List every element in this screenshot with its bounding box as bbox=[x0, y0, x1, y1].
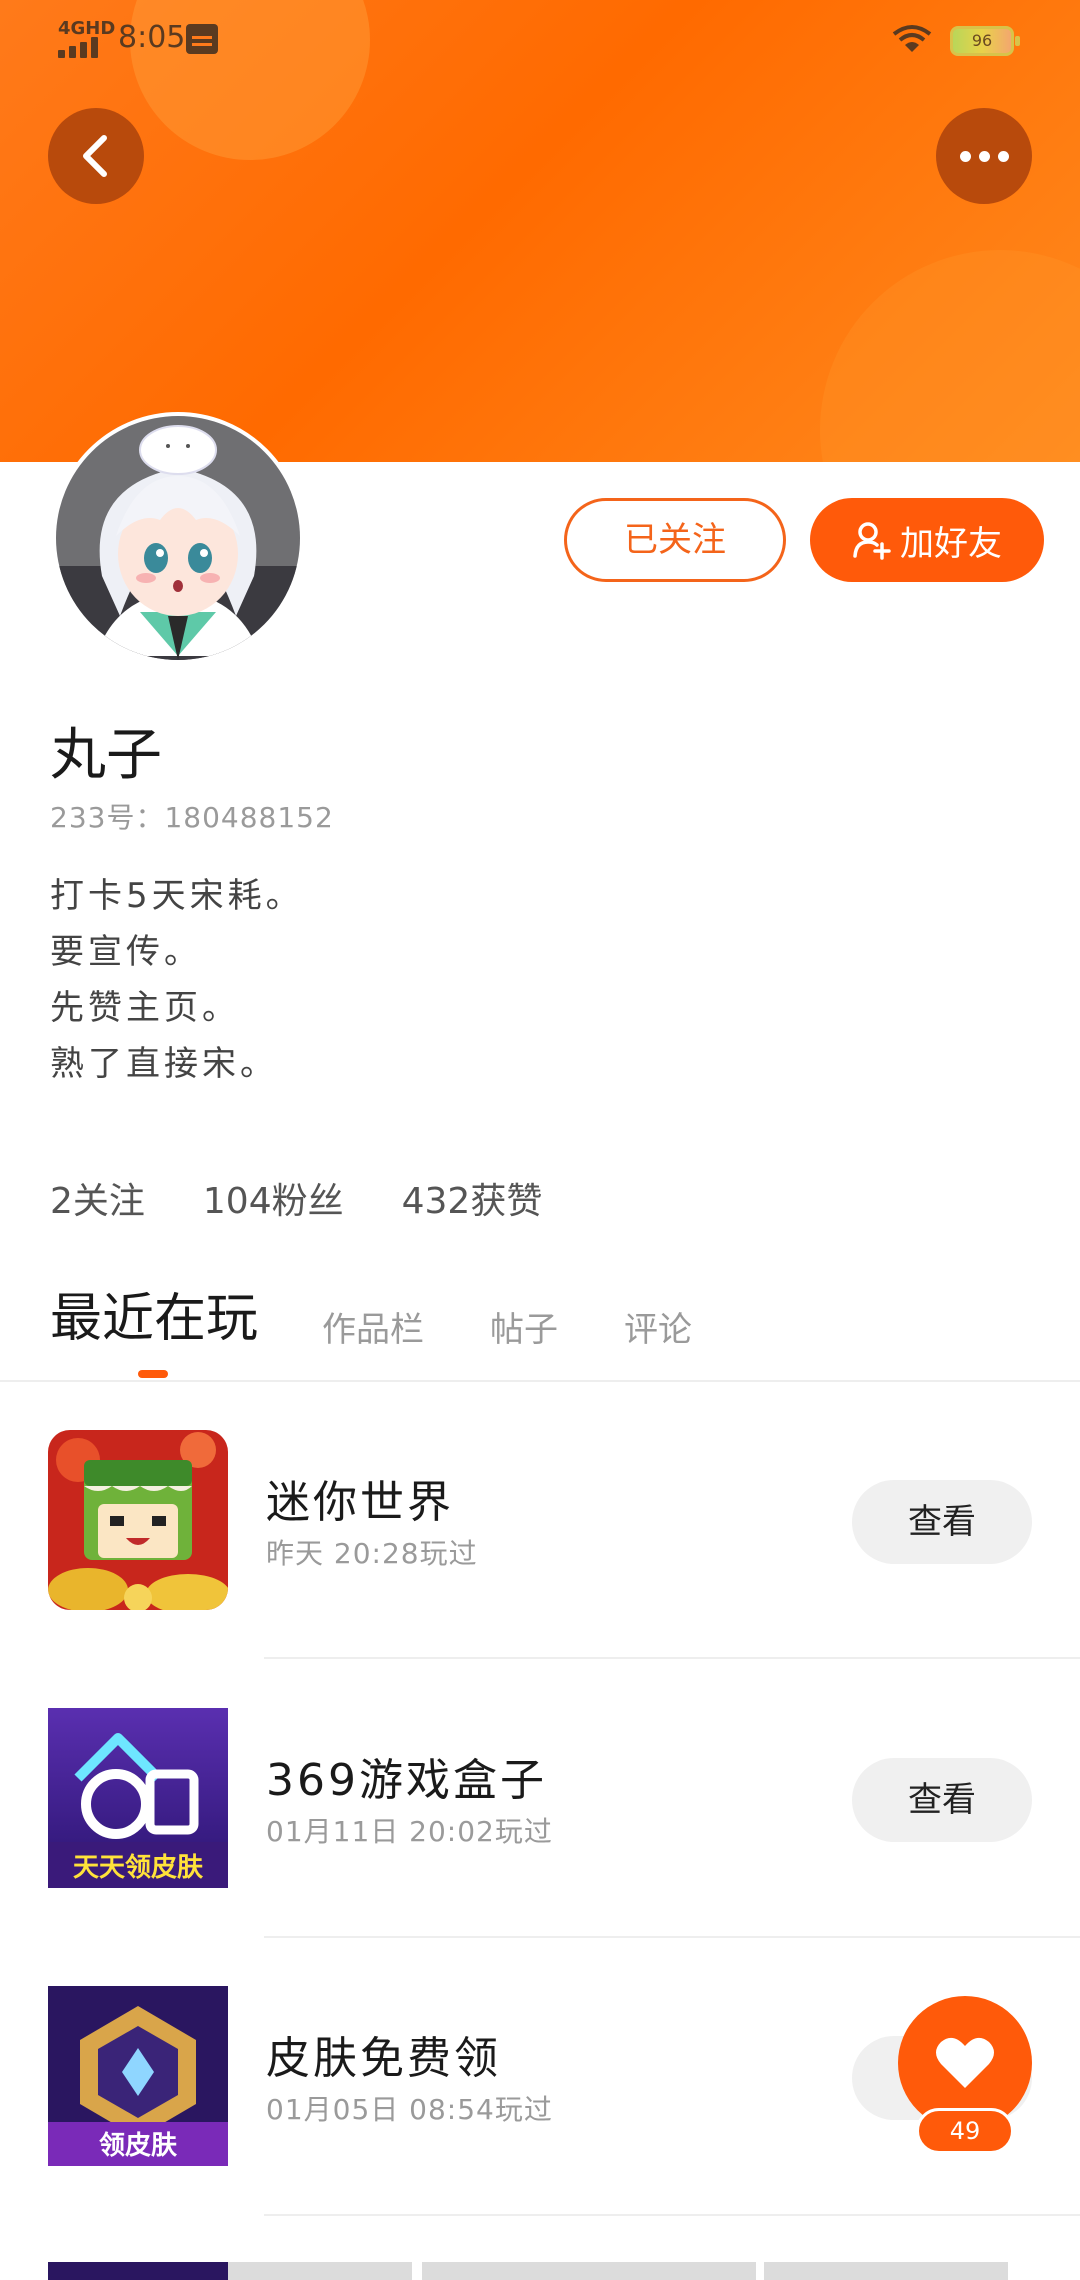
wifi-icon bbox=[892, 25, 932, 52]
calendar-icon bbox=[186, 24, 218, 54]
game-icon: 天天领皮肤 bbox=[48, 1708, 228, 1888]
signal-icon bbox=[58, 36, 104, 58]
bio-line: 要宣传。 bbox=[50, 932, 202, 972]
view-button[interactable]: 查看 bbox=[852, 1480, 1032, 1564]
tab-recently-played[interactable]: 最近在玩 bbox=[50, 1276, 258, 1351]
add-friend-icon bbox=[853, 522, 891, 560]
tab-comments[interactable]: 评论 bbox=[624, 1302, 692, 1351]
divider bbox=[264, 2214, 1080, 2216]
fans-count[interactable]: 104粉丝 bbox=[203, 1172, 344, 1224]
heart-icon bbox=[936, 2037, 994, 2088]
game-name: 皮肤免费领 bbox=[266, 2033, 501, 2084]
add-friend-button[interactable]: 加好友 bbox=[810, 498, 1044, 582]
avatar[interactable] bbox=[52, 412, 304, 664]
back-icon bbox=[83, 135, 107, 177]
add-friend-label: 加好友 bbox=[900, 523, 1002, 564]
followed-button[interactable]: 已关注 bbox=[564, 498, 786, 582]
profile-uid: 233号：180488152 bbox=[50, 801, 334, 834]
following-count[interactable]: 2关注 bbox=[50, 1172, 145, 1224]
status-time: 8:05 bbox=[118, 20, 186, 55]
list-item-partial bbox=[48, 2262, 1048, 2280]
game-last-played: 昨天 20:28玩过 bbox=[266, 1537, 478, 1570]
game-name: 369游戏盒子 bbox=[266, 1755, 547, 1806]
bio-line: 熟了直接宋。 bbox=[50, 1044, 278, 1084]
bio-line: 打卡5天宋耗。 bbox=[50, 876, 304, 916]
game-list-item[interactable]: 天天领皮肤 369游戏盒子 01月11日 20:02玩过 查看 bbox=[0, 1660, 1080, 1938]
profile-tabs: 最近在玩 作品栏 帖子 评论 bbox=[50, 1276, 758, 1351]
game-icon: 领皮肤 bbox=[48, 1986, 228, 2166]
view-button[interactable]: 查看 bbox=[852, 1758, 1032, 1842]
back-button[interactable] bbox=[48, 108, 144, 204]
banner-decoration bbox=[820, 250, 1080, 462]
divider bbox=[264, 1657, 1080, 1659]
profile-bio: 打卡5天宋耗。 要宣传。 先赞主页。 熟了直接宋。 bbox=[50, 868, 304, 1092]
more-button[interactable] bbox=[936, 108, 1032, 204]
more-icon bbox=[959, 150, 1009, 162]
tab-posts[interactable]: 帖子 bbox=[490, 1302, 558, 1351]
game-icon bbox=[48, 1430, 228, 1610]
profile-stats: 2关注 104粉丝 432获赞 bbox=[50, 1172, 542, 1224]
game-list-item[interactable]: 迷你世界 昨天 20:28玩过 查看 bbox=[0, 1382, 1080, 1660]
game-icon-text: 天天领皮肤 bbox=[73, 1852, 204, 1883]
avatar-image bbox=[56, 416, 300, 660]
bio-line: 先赞主页。 bbox=[50, 988, 240, 1028]
game-icon-text: 领皮肤 bbox=[99, 2130, 178, 2161]
tab-works[interactable]: 作品栏 bbox=[322, 1302, 424, 1351]
status-bar: 4GHD 8:05 96 bbox=[0, 0, 1080, 80]
likes-count: 432获赞 bbox=[401, 1181, 543, 1222]
game-name: 迷你世界 bbox=[266, 1477, 454, 1528]
like-count: 49 bbox=[916, 2108, 1014, 2154]
battery-icon: 96 bbox=[950, 26, 1020, 56]
game-last-played: 01月11日 20:02玩过 bbox=[266, 1815, 553, 1848]
game-last-played: 01月05日 08:54玩过 bbox=[266, 2093, 553, 2126]
tab-indicator bbox=[138, 1370, 168, 1378]
profile-name: 丸子 bbox=[50, 723, 162, 788]
